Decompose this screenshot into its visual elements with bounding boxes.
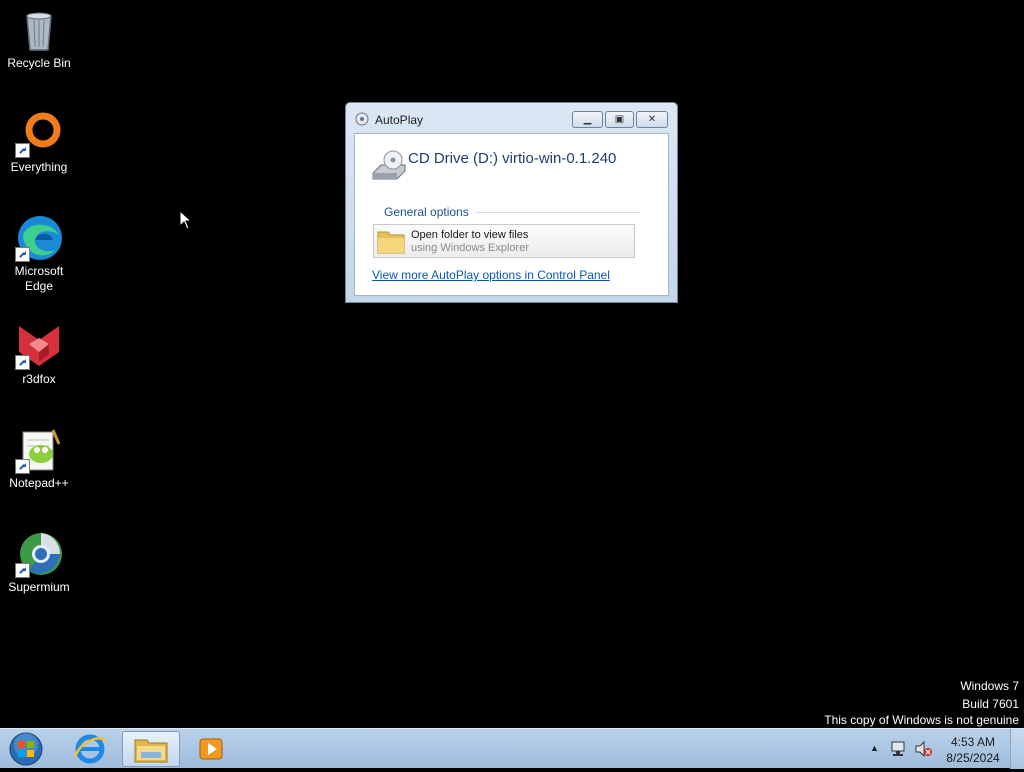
desktop-icon-microsoft-edge[interactable]: Microsoft Edge	[4, 214, 74, 294]
desktop: Recycle Bin Everything Microsoft Edge r3…	[0, 0, 1024, 728]
autoplay-window[interactable]: AutoPlay ▁ ▣ ✕ CD Drive (D:) virtio-win-…	[345, 102, 678, 303]
watermark-genuine-notice: This copy of Windows is not genuine	[824, 713, 1019, 727]
everything-icon	[15, 110, 63, 158]
media-player-icon	[199, 738, 223, 760]
taskbar-internet-explorer[interactable]	[63, 731, 117, 767]
restore-icon: ▣	[614, 113, 625, 125]
mouse-cursor-icon	[179, 210, 193, 230]
shortcut-arrow-icon	[15, 459, 30, 474]
start-button[interactable]	[6, 731, 46, 767]
taskbar-media-player[interactable]	[184, 731, 238, 767]
window-title: AutoPlay	[375, 113, 424, 127]
option-title: Open folder to view files	[411, 229, 529, 241]
desktop-icon-supermium[interactable]: Supermium	[4, 530, 74, 595]
shortcut-arrow-icon	[15, 563, 30, 578]
desktop-icon-label: Supermium	[8, 580, 70, 594]
shortcut-arrow-icon	[15, 355, 30, 370]
desktop-icon-label: Recycle Bin	[7, 56, 71, 70]
desktop-icon-label: r3dfox	[22, 372, 56, 386]
system-clock[interactable]: 4:53 AM 8/25/2024	[940, 734, 1006, 766]
network-icon[interactable]	[889, 740, 907, 758]
clock-time: 4:53 AM	[950, 735, 996, 749]
option-subtitle: using Windows Explorer	[411, 242, 529, 254]
drive-title: CD Drive (D:) virtio-win-0.1.240	[408, 150, 617, 167]
supermium-icon	[15, 530, 63, 578]
shortcut-arrow-icon	[15, 143, 30, 158]
minimize-button[interactable]: ▁	[572, 111, 603, 128]
recycle-bin-icon	[15, 6, 63, 54]
taskbar-windows-explorer[interactable]	[122, 731, 180, 767]
windows-explorer-icon	[134, 739, 168, 763]
windows-orb-icon	[9, 732, 43, 766]
clock-date: 8/25/2024	[946, 751, 1000, 765]
watermark-windows-version: Windows 7	[960, 679, 1019, 693]
desktop-icon-label: Notepad++	[9, 476, 69, 490]
open-folder-option[interactable]: Open folder to view files using Windows …	[373, 224, 635, 258]
desktop-icon-label: Everything	[10, 160, 68, 174]
desktop-icon-everything[interactable]: Everything	[4, 110, 74, 175]
maximize-button[interactable]: ▣	[605, 111, 634, 128]
section-label-general-options: General options	[384, 205, 469, 219]
close-button[interactable]: ✕	[636, 111, 668, 128]
internet-explorer-icon	[73, 734, 107, 764]
notepadpp-icon	[15, 426, 63, 474]
folder-icon	[377, 231, 405, 254]
desktop-icon-recycle-bin[interactable]: Recycle Bin	[4, 6, 74, 71]
show-hidden-icons-arrow-icon[interactable]: ▲	[870, 743, 879, 753]
autoplay-cd-icon	[355, 112, 369, 126]
shortcut-arrow-icon	[15, 247, 30, 262]
r3dfox-icon	[15, 322, 63, 370]
window-titlebar[interactable]: AutoPlay ▁ ▣ ✕	[346, 103, 677, 133]
section-divider	[475, 212, 640, 213]
autoplay-client-area: CD Drive (D:) virtio-win-0.1.240 General…	[354, 133, 669, 296]
edge-icon	[15, 214, 63, 262]
close-icon: ✕	[647, 113, 657, 125]
desktop-icon-notepadpp[interactable]: Notepad++	[4, 426, 74, 491]
minimize-icon: ▁	[583, 113, 592, 125]
cd-drive-icon	[372, 150, 406, 180]
control-panel-link[interactable]: View more AutoPlay options in Control Pa…	[372, 268, 610, 282]
watermark-build: Build 7601	[962, 697, 1019, 711]
desktop-icon-label: Microsoft Edge	[14, 264, 64, 293]
taskbar: ▲ 4:53 AM 8/25/2024	[0, 728, 1024, 769]
desktop-icon-r3dfox[interactable]: r3dfox	[4, 322, 74, 387]
show-desktop-button[interactable]	[1010, 729, 1024, 769]
volume-muted-icon[interactable]	[914, 740, 932, 758]
